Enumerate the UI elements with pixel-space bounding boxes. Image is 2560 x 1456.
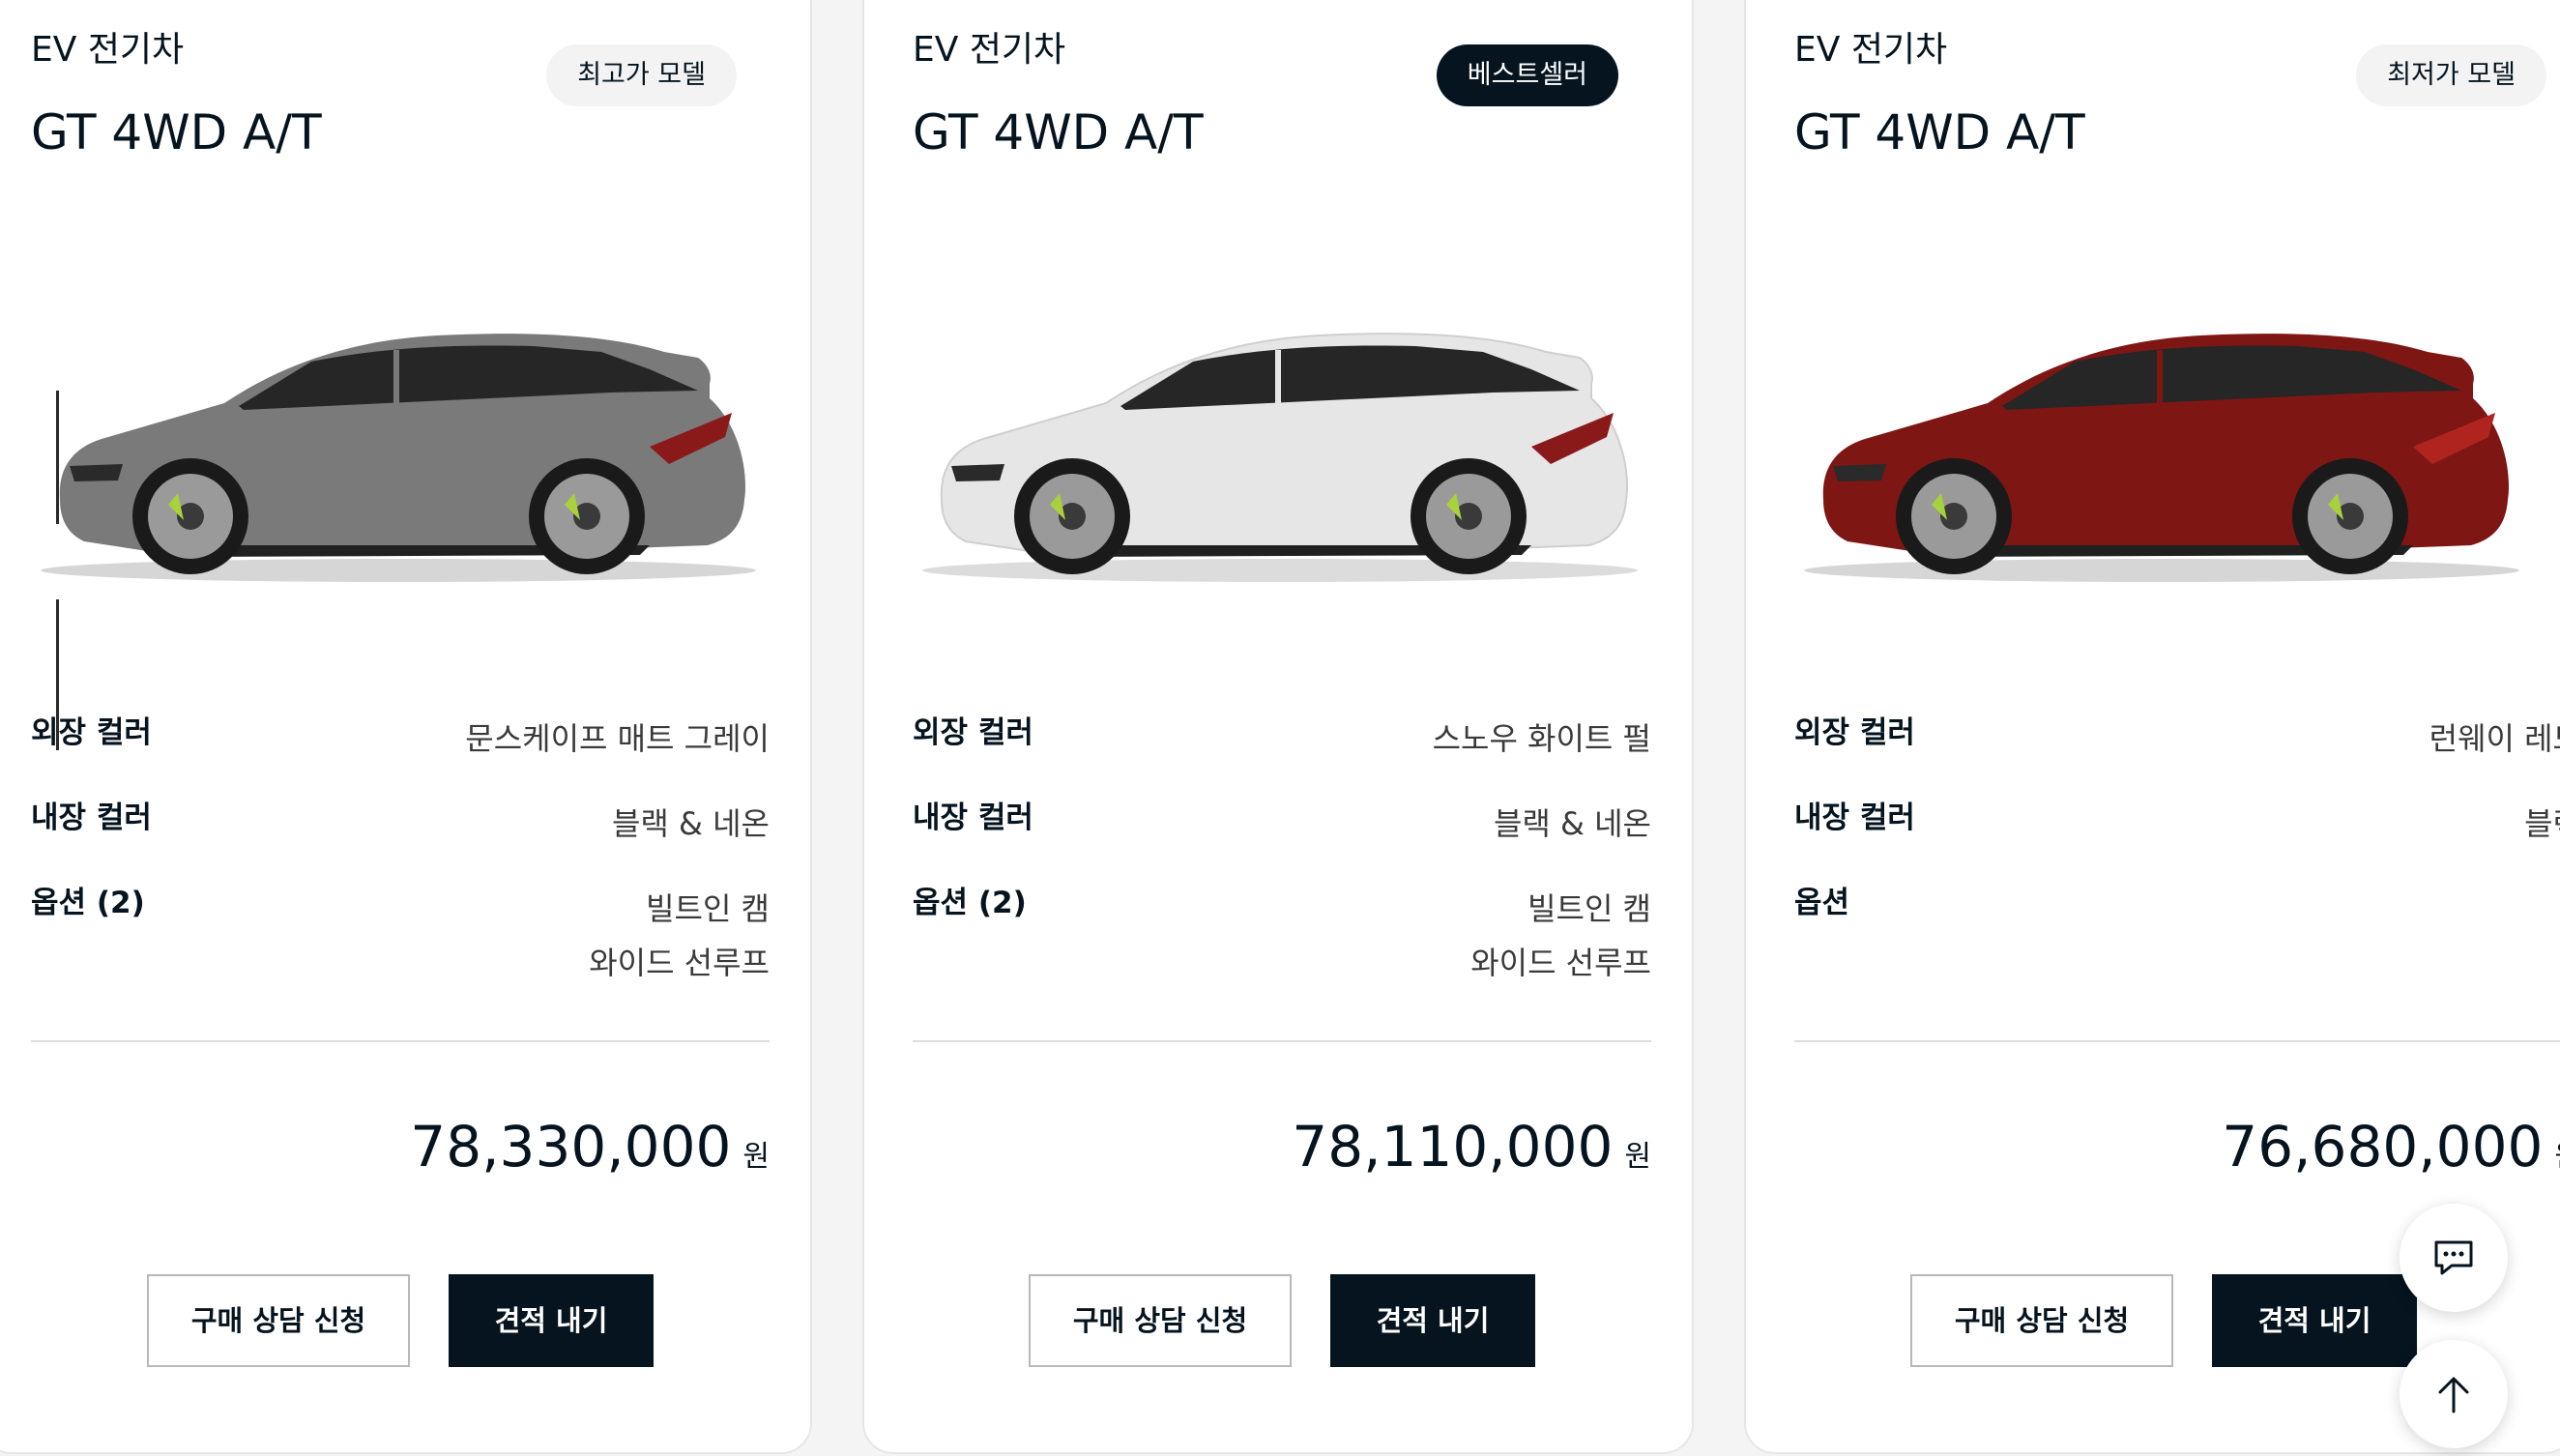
front-wheel-icon — [1896, 458, 2012, 574]
highest-price-badge: 최고가 모델 — [546, 44, 737, 106]
divider — [1794, 1040, 2560, 1042]
option-item: 와이드 선루프 — [1470, 945, 1651, 981]
get-quote-button[interactable]: 견적 내기 — [2212, 1274, 2417, 1367]
rear-wheel-icon — [529, 458, 645, 574]
option-item: 빌트인 캠 — [1527, 890, 1651, 927]
price: 78,330,000 원 — [410, 1114, 770, 1179]
front-wheel-icon — [132, 458, 248, 574]
price-unit: 원 — [2554, 1140, 2560, 1174]
vehicle-category: EV 전기차 — [1794, 30, 1948, 70]
chat-button[interactable] — [2400, 1204, 2508, 1312]
rear-wheel-icon — [2292, 458, 2408, 574]
chat-bubble-icon — [2434, 1240, 2473, 1275]
option-item: 빌트인 캠 — [646, 890, 770, 927]
car-image — [922, 333, 1638, 582]
option-item: 와이드 선루프 — [589, 945, 770, 981]
vehicle-category: EV 전기차 — [913, 30, 1066, 70]
purchase-consultation-button[interactable]: 구매 상담 신청 — [1910, 1274, 2173, 1367]
trim-name: GT 4WD A/T — [913, 104, 1204, 160]
trim-name: GT 4WD A/T — [31, 104, 322, 160]
scroll-to-top-button[interactable] — [2400, 1340, 2508, 1448]
vehicle-category: EV 전기차 — [31, 30, 185, 70]
scroll-marker — [56, 391, 59, 472]
price-amount: 78,110,000 — [1292, 1114, 1614, 1179]
rear-wheel-icon — [1411, 458, 1527, 574]
arrow-up-icon — [2438, 1377, 2469, 1413]
purchase-consultation-button[interactable]: 구매 상담 신청 — [147, 1274, 410, 1367]
price-amount: 76,680,000 — [2222, 1114, 2544, 1179]
scroll-marker — [56, 599, 59, 667]
scroll-marker — [56, 462, 59, 524]
trim-card: EV 전기차 GT 4WD A/T 최고가 모델 외장 컬러 문스케이프 매트 … — [0, 0, 812, 1454]
car-image — [1804, 334, 2519, 582]
divider — [31, 1040, 770, 1042]
price-unit: 원 — [1624, 1140, 1651, 1174]
scroll-marker — [56, 667, 59, 750]
car-image — [41, 334, 756, 582]
trim-card: EV 전기차 GT 4WD A/T 베스트셀러 외장 컬러 스노우 화이트 펄 … — [862, 0, 1694, 1454]
front-wheel-icon — [1014, 458, 1130, 574]
price-unit: 원 — [742, 1140, 770, 1174]
get-quote-button[interactable]: 견적 내기 — [1330, 1274, 1535, 1367]
trim-name: GT 4WD A/T — [1794, 104, 2085, 160]
price-amount: 78,330,000 — [410, 1114, 732, 1179]
lowest-price-badge: 최저가 모델 — [2356, 44, 2546, 106]
price: 78,110,000 원 — [1292, 1114, 1651, 1179]
get-quote-button[interactable]: 견적 내기 — [449, 1274, 654, 1367]
purchase-consultation-button[interactable]: 구매 상담 신청 — [1029, 1274, 1292, 1367]
divider — [913, 1040, 1651, 1042]
bestseller-badge: 베스트셀러 — [1436, 44, 1618, 106]
price: 76,680,000 원 — [2222, 1114, 2560, 1179]
